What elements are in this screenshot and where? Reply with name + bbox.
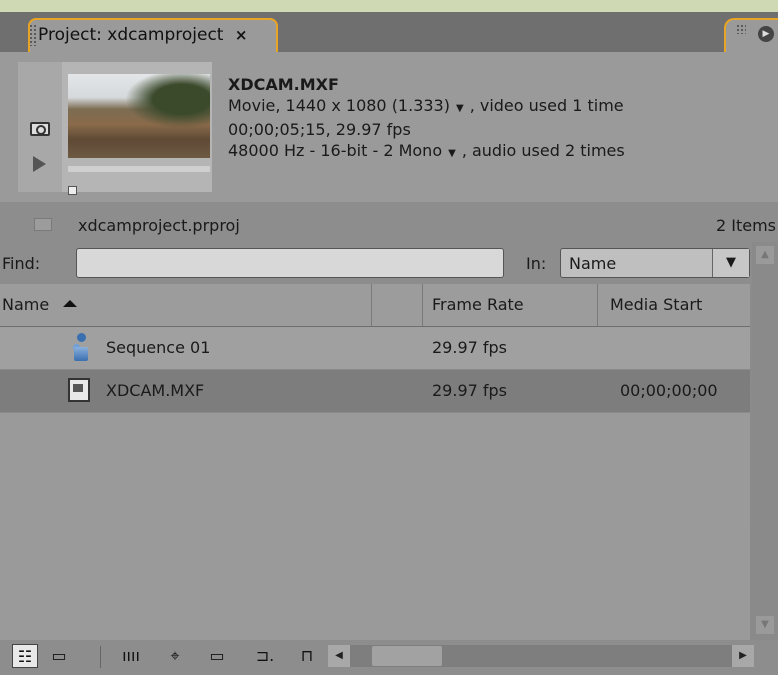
video-info: Movie, 1440 x 1080 (1.333) <box>228 96 450 115</box>
tab-strip: Project: xdcamproject × ▶ <box>0 12 778 52</box>
project-panel: Project: xdcamproject × ▶ XDCAM.MXF Movi… <box>0 12 778 675</box>
row-name: Sequence 01 <box>106 338 211 357</box>
row-media-start: 00;00;00;00 <box>620 381 718 400</box>
column-header-frame-rate[interactable]: Frame Rate <box>422 284 598 326</box>
column-header-label[interactable] <box>372 284 423 326</box>
automate-to-sequence-icon[interactable]: ıııı <box>116 644 146 668</box>
thumbnail-frame <box>62 62 212 195</box>
project-path-bar: xdcamproject.prproj 2 Items <box>0 202 778 242</box>
audio-usage: , audio used 2 times <box>461 141 625 160</box>
clip-info: XDCAM.MXF Movie, 1440 x 1080 (1.333) ▼ , v… <box>228 74 625 164</box>
horizontal-scrollbar[interactable]: ◀ ▶ <box>328 645 754 667</box>
movie-clip-icon <box>68 378 90 402</box>
new-item-icon[interactable]: ⊐. <box>250 644 280 668</box>
in-select[interactable]: Name ▼ <box>560 248 750 278</box>
preview-area: XDCAM.MXF Movie, 1440 x 1080 (1.333) ▼ , v… <box>0 52 778 202</box>
clip-name: XDCAM.MXF <box>228 75 339 94</box>
scroll-up-icon[interactable]: ▲ <box>756 246 774 264</box>
timecode-info: 00;00;05;15, 29.97 fps <box>228 120 411 139</box>
project-file-name: xdcamproject.prproj <box>78 216 240 235</box>
table-row[interactable]: Sequence 01 29.97 fps <box>0 327 750 370</box>
thumbnail-scrub-bar[interactable] <box>68 166 210 172</box>
project-items-table: Name Frame Rate Media Start Sequence 01 … <box>0 284 750 640</box>
play-icon[interactable] <box>33 156 46 172</box>
table-header: Name Frame Rate Media Start <box>0 284 750 327</box>
scroll-down-icon[interactable]: ▼ <box>756 616 774 634</box>
scroll-left-icon[interactable]: ◀ <box>328 645 350 667</box>
audio-info-line: 48000 Hz - 16-bit - 2 Mono ▼ , audio used … <box>228 140 625 164</box>
panel-menu-icon[interactable]: ▶ <box>758 26 774 42</box>
chevron-down-icon[interactable]: ▼ <box>712 249 749 277</box>
table-row[interactable]: XDCAM.MXF 29.97 fps 00;00;00;00 <box>0 370 750 413</box>
parent-bin-icon[interactable] <box>34 218 52 231</box>
vertical-scrollbar[interactable]: ▲ ▼ <box>752 242 778 640</box>
bottom-toolbar: ☷ ▭ ıııı ⌖ ▭ ⊐. ⊓ ◀ ▶ <box>0 640 778 675</box>
audio-info: 48000 Hz - 16-bit - 2 Mono <box>228 141 443 160</box>
poster-frame-camera-icon[interactable] <box>30 122 50 136</box>
column-header-name[interactable]: Name <box>0 284 372 326</box>
row-frame-rate: 29.97 fps <box>432 338 508 357</box>
toolbar-divider <box>100 646 101 668</box>
tab-title: Project: xdcamproject <box>38 25 224 45</box>
sequence-icon <box>72 333 90 363</box>
find-input[interactable] <box>76 248 504 278</box>
scroll-right-icon[interactable]: ▶ <box>732 645 754 667</box>
column-header-name-label: Name <box>2 295 50 314</box>
row-frame-rate: 29.97 fps <box>432 381 508 400</box>
new-bin-icon[interactable]: ▭ <box>204 644 230 668</box>
list-view-icon[interactable]: ☷ <box>12 644 38 668</box>
clip-thumbnail <box>68 74 210 158</box>
project-panel-frame: Project: xdcamproject × ▶ XDCAM.MXF Movi… <box>0 12 778 675</box>
row-name: XDCAM.MXF <box>106 381 205 400</box>
find-row: Find: In: Name ▼ <box>0 242 778 284</box>
thumbnail-scrub-handle[interactable] <box>68 186 77 195</box>
video-usage: , video used 1 time <box>469 96 624 115</box>
column-header-media-start[interactable]: Media Start <box>598 284 750 326</box>
items-count: 2 Items <box>715 216 776 235</box>
in-label: In: <box>526 254 547 273</box>
tab-grip-icon[interactable] <box>29 24 37 46</box>
in-select-value: Name <box>569 254 617 273</box>
close-icon[interactable]: × <box>235 26 248 44</box>
tab-project[interactable]: Project: xdcamproject × <box>28 18 278 52</box>
video-info-line: Movie, 1440 x 1080 (1.333) ▼ , video used … <box>228 95 625 119</box>
find-icon[interactable]: ⌖ <box>162 644 188 668</box>
delete-icon[interactable]: ⊓ <box>296 644 318 668</box>
panel-grip-icon[interactable] <box>736 24 746 34</box>
audio-dropdown-icon[interactable]: ▼ <box>448 148 456 159</box>
horizontal-scroll-thumb[interactable] <box>372 646 442 666</box>
icon-view-icon[interactable]: ▭ <box>46 644 72 668</box>
find-label: Find: <box>2 254 41 273</box>
video-dropdown-icon[interactable]: ▼ <box>456 103 464 114</box>
sort-ascending-icon <box>63 300 78 307</box>
